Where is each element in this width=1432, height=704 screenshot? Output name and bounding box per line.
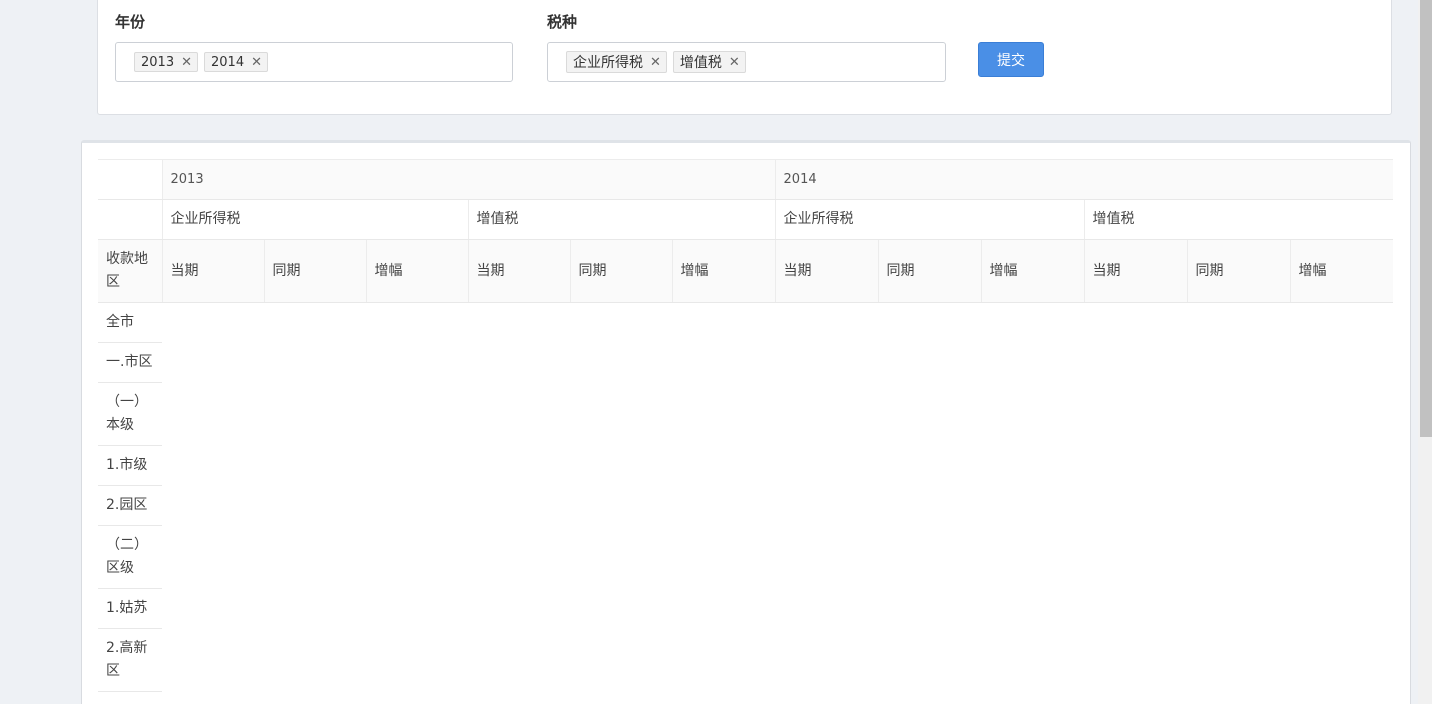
metric-header-current: 当期 — [1084, 239, 1188, 303]
metric-header-growth: 增幅 — [672, 239, 776, 303]
corner-cell — [98, 159, 162, 200]
tax-header: 增值税 — [1083, 199, 1394, 240]
region-cell: 1.姑苏 — [98, 588, 162, 629]
metric-header-growth: 增幅 — [366, 239, 469, 303]
table-row: （二）区级 — [98, 525, 1394, 589]
table-row: 2.高新区 — [98, 628, 1394, 692]
empty-data-cells — [162, 382, 1394, 446]
corner-cell — [98, 199, 162, 240]
year-tag-label: 2013 — [141, 54, 175, 70]
remove-icon[interactable]: ✕ — [181, 55, 192, 70]
tax-tag-corporate-income: 企业所得税 ✕ — [566, 51, 667, 73]
table-row: 一.市区 — [98, 342, 1394, 383]
tax-header: 增值税 — [467, 199, 776, 240]
year-tag-2013: 2013 ✕ — [134, 52, 198, 72]
report-table: 2013 2014 企业所得税 增值税 企业所得税 增值税 收款地区 当期 同期… — [98, 159, 1394, 692]
year-tag-2014: 2014 ✕ — [204, 52, 268, 72]
tax-filter-label: 税种 — [547, 13, 578, 31]
table-row: 1.姑苏 — [98, 588, 1394, 629]
region-cell: 2.高新区 — [98, 628, 162, 692]
submit-button[interactable]: 提交 — [978, 42, 1044, 77]
region-cell: 全市 — [98, 302, 162, 343]
region-cell: （一）本级 — [98, 382, 162, 446]
empty-data-cells — [162, 628, 1394, 692]
metric-header-growth: 增幅 — [1290, 239, 1394, 303]
year-multiselect[interactable]: 2013 ✕ 2014 ✕ — [115, 42, 513, 82]
page-scrollbar[interactable] — [1418, 0, 1432, 704]
empty-data-cells — [162, 342, 1394, 383]
tax-multiselect[interactable]: 企业所得税 ✕ 增值税 ✕ — [547, 42, 946, 82]
table-row: 1.市级 — [98, 445, 1394, 486]
empty-data-cells — [162, 302, 1394, 343]
table-row: 全市 — [98, 302, 1394, 343]
tax-header-row: 企业所得税 增值税 企业所得税 增值税 — [98, 199, 1394, 240]
table-row: 2.园区 — [98, 485, 1394, 526]
region-cell: 一.市区 — [98, 342, 162, 383]
metric-header-current: 当期 — [468, 239, 571, 303]
region-header: 收款地区 — [98, 239, 162, 303]
metric-header-prior: 同期 — [570, 239, 673, 303]
scrollbar-thumb[interactable] — [1420, 0, 1432, 437]
region-cell: （二）区级 — [98, 525, 162, 589]
tax-tag-vat: 增值税 ✕ — [672, 51, 746, 73]
empty-data-cells — [162, 445, 1394, 486]
metric-header-current: 当期 — [775, 239, 879, 303]
filter-panel: 年份 2013 ✕ 2014 ✕ 税种 企业所得税 ✕ 增值税 ✕ 提交 — [97, 0, 1392, 115]
metric-header-row: 收款地区 当期 同期 增幅 当期 同期 增幅 当期 同期 增幅 当期 同期 增幅 — [98, 239, 1394, 303]
report-panel: 2013 2014 企业所得税 增值税 企业所得税 增值税 收款地区 当期 同期… — [81, 140, 1411, 704]
empty-data-cells — [162, 485, 1394, 526]
region-cell: 1.市级 — [98, 445, 162, 486]
tax-header: 企业所得税 — [161, 199, 468, 240]
remove-icon[interactable]: ✕ — [650, 55, 661, 70]
year-filter-label: 年份 — [115, 13, 146, 31]
metric-header-prior: 同期 — [878, 239, 982, 303]
year-header-row: 2013 2014 — [98, 159, 1394, 200]
tax-header: 企业所得税 — [774, 199, 1085, 240]
metric-header-prior: 同期 — [264, 239, 367, 303]
empty-data-cells — [162, 588, 1394, 629]
remove-icon[interactable]: ✕ — [729, 55, 740, 70]
table-row: （一）本级 — [98, 382, 1394, 446]
metric-header-prior: 同期 — [1187, 239, 1291, 303]
year-header-2013: 2013 — [161, 159, 776, 200]
year-header-2014: 2014 — [774, 159, 1394, 200]
metric-header-current: 当期 — [161, 239, 265, 303]
metric-header-growth: 增幅 — [981, 239, 1085, 303]
tax-tag-label: 增值税 — [679, 55, 722, 71]
empty-data-cells — [162, 525, 1394, 589]
region-cell: 2.园区 — [98, 485, 162, 526]
remove-icon[interactable]: ✕ — [251, 55, 262, 70]
year-tag-label: 2014 — [211, 54, 245, 70]
tax-tag-label: 企业所得税 — [573, 55, 643, 71]
